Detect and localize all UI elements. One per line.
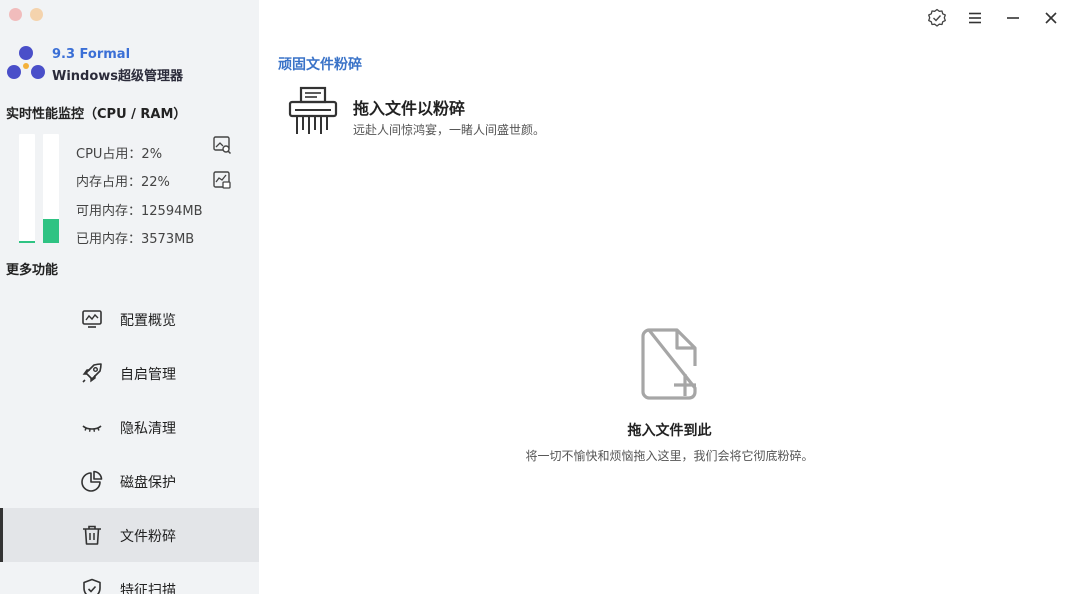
sidebar-item-label: 隐私清理	[120, 421, 176, 437]
drop-zone-description: 将一切不愉快和烦恼拖入这里，我们会将它彻底粉碎。	[525, 449, 814, 463]
memory-usage-bar	[43, 134, 59, 243]
sidebar-item-signature-scan[interactable]: 特征扫描	[0, 562, 259, 594]
sidebar-item-disk-protect[interactable]: 磁盘保护	[0, 454, 259, 508]
monitor-title: 实时性能监控（CPU / RAM）	[6, 107, 187, 122]
shred-subheading: 远赴人间惊鸿宴，一睹人间盛世颜。	[353, 123, 546, 137]
drop-zone-title: 拖入文件到此	[627, 423, 712, 439]
verified-badge-button[interactable]	[918, 7, 956, 29]
menu-icon	[969, 12, 981, 24]
sidebar-nav: 配置概览 自启管理 隐私清理 磁盘保护 文件粉碎 特征扫描	[0, 292, 259, 594]
memory-usage-fill	[43, 219, 59, 243]
close-icon	[1045, 12, 1057, 24]
sidebar-item-startup-manager[interactable]: 自启管理	[0, 346, 259, 400]
section-title: 顽固文件粉碎	[278, 57, 362, 73]
shred-heading: 拖入文件以粉碎	[353, 99, 466, 118]
monitor-icon	[82, 310, 102, 328]
verified-badge-icon	[928, 8, 946, 27]
sidebar: 9.3 Formal Windows超级管理器 实时性能监控（CPU / RAM…	[0, 0, 259, 594]
sidebar-item-file-shred[interactable]: 文件粉碎	[0, 508, 259, 562]
main-panel: 顽固文件粉碎 拖入文件以粉碎 远赴人间惊鸿宴，一睹人间盛世颜。 拖入文件到此 将…	[259, 0, 1080, 594]
chart-lock-icon[interactable]	[212, 170, 232, 190]
close-button[interactable]	[1032, 7, 1070, 29]
minimize-icon	[1007, 17, 1019, 19]
add-file-icon	[641, 328, 697, 400]
close-dot[interactable]	[9, 8, 22, 21]
sidebar-item-label: 自启管理	[120, 367, 176, 383]
sidebar-item-config-overview[interactable]: 配置概览	[0, 292, 259, 346]
sidebar-item-label: 磁盘保护	[120, 475, 176, 491]
cpu-usage-bar	[19, 134, 35, 243]
app-logo-icon	[7, 46, 45, 79]
app-version: 9.3 Formal	[52, 47, 131, 62]
file-drop-zone[interactable]: 拖入文件到此 将一切不愉快和烦恼拖入这里，我们会将它彻底粉碎。	[259, 300, 1080, 500]
shredder-icon	[288, 86, 338, 134]
more-features-title: 更多功能	[6, 263, 59, 278]
image-search-icon[interactable]	[212, 135, 232, 155]
minimize-dot[interactable]	[30, 8, 43, 21]
window-dots	[9, 8, 43, 21]
sidebar-item-privacy-clean[interactable]: 隐私清理	[0, 400, 259, 454]
trash-icon	[83, 525, 101, 545]
shield-check-icon	[83, 578, 101, 594]
memory-usage-text: 内存占用：22%	[76, 175, 170, 190]
closed-eye-icon	[82, 425, 102, 432]
app-name: Windows超级管理器	[52, 69, 184, 84]
available-memory-text: 可用内存：12594MB	[76, 204, 203, 219]
window-controls	[918, 7, 1070, 29]
rocket-icon	[82, 363, 102, 383]
menu-button[interactable]	[956, 7, 994, 29]
used-memory-text: 已用内存：3573MB	[76, 232, 195, 247]
pie-chart-icon	[81, 470, 103, 492]
sidebar-item-label: 配置概览	[120, 313, 176, 329]
cpu-usage-fill	[19, 240, 35, 243]
cpu-usage-text: CPU占用：2%	[76, 147, 163, 162]
sidebar-item-label: 特征扫描	[120, 583, 176, 594]
minimize-button[interactable]	[994, 7, 1032, 29]
sidebar-item-label: 文件粉碎	[120, 529, 176, 545]
